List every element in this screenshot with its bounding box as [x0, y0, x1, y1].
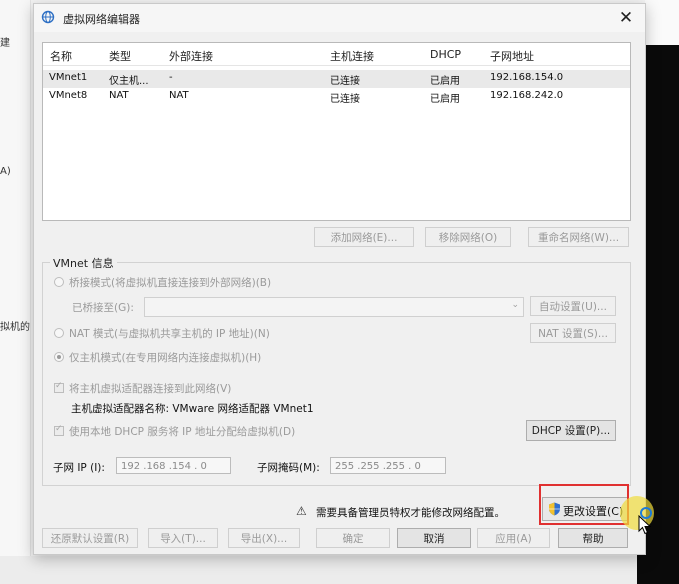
nat-mode-radio[interactable]	[54, 328, 64, 338]
column-header-external[interactable]: 外部连接	[169, 48, 213, 64]
background-window-right	[645, 0, 679, 45]
ok-button[interactable]: 确定	[316, 528, 390, 548]
dhcp-settings-button[interactable]: DHCP 设置(P)...	[526, 420, 616, 441]
import-button[interactable]: 导入(T)...	[148, 528, 218, 548]
cell-external: NAT	[169, 90, 189, 101]
table-row-vmnet8[interactable]: VMnet8 NAT NAT 已连接 已启用 192.168.242.0	[43, 88, 630, 106]
warning-icon: ⚠	[296, 504, 307, 518]
background-window-left: 建 A) 拟机的	[0, 0, 31, 584]
list-header: 名称 类型 外部连接 主机连接 DHCP 子网地址	[43, 43, 630, 66]
restore-defaults-button[interactable]: 还原默认设置(R)	[42, 528, 138, 548]
bridged-to-dropdown[interactable]: ⌄	[144, 297, 524, 317]
network-globe-icon	[41, 10, 55, 24]
chevron-down-icon: ⌄	[511, 300, 519, 310]
nat-mode-label: NAT 模式(与虚拟机共享主机的 IP 地址)(N)	[69, 328, 270, 340]
column-header-subnet[interactable]: 子网地址	[490, 48, 534, 64]
cell-dhcp: 已启用	[430, 76, 460, 87]
auto-settings-button[interactable]: 自动设置(U)...	[530, 296, 616, 316]
cell-host: 已连接	[330, 76, 360, 87]
cell-host: 已连接	[330, 94, 360, 105]
mouse-cursor-icon	[638, 515, 652, 535]
remove-network-button[interactable]: 移除网络(O)	[425, 227, 511, 247]
vmnet-info-title: VMnet 信息	[50, 255, 117, 271]
highlight-box	[539, 484, 629, 525]
host-only-mode-label: 仅主机模式(在专用网络内连接虚拟机)(H)	[69, 352, 262, 364]
connect-adapter-checkbox[interactable]	[54, 381, 64, 393]
cell-dhcp: 已启用	[430, 94, 460, 105]
adapter-name-label: 主机虚拟适配器名称: VMware 网络适配器 VMnet1	[71, 403, 314, 415]
subnet-ip-field[interactable]: 192 .168 .154 . 0	[116, 457, 231, 474]
cell-type: NAT	[109, 90, 129, 101]
host-only-mode-radio[interactable]	[54, 352, 64, 362]
bridge-mode-label: 桥接模式(将虚拟机直接连接到外部网络)(B)	[69, 277, 272, 289]
cell-subnet: 192.168.242.0	[490, 90, 564, 101]
cell-type: 仅主机...	[109, 76, 149, 87]
subnet-mask-label: 子网掩码(M):	[257, 462, 320, 474]
use-dhcp-label: 使用本地 DHCP 服务将 IP 地址分配给虚拟机(D)	[69, 426, 296, 438]
nat-settings-button[interactable]: NAT 设置(S)...	[530, 323, 616, 343]
use-dhcp-checkbox[interactable]	[54, 424, 64, 436]
apply-button[interactable]: 应用(A)	[477, 528, 550, 548]
column-header-type[interactable]: 类型	[109, 48, 131, 64]
virtual-network-editor-dialog: 虚拟网络编辑器 ✕ 名称 类型 外部连接 主机连接 DHCP 子网地址 VMne…	[33, 3, 646, 555]
add-network-button[interactable]: 添加网络(E)...	[314, 227, 414, 247]
dialog-title: 虚拟网络编辑器	[63, 13, 140, 26]
network-list[interactable]: 名称 类型 外部连接 主机连接 DHCP 子网地址 VMnet1 仅主机... …	[42, 42, 631, 221]
subnet-ip-label: 子网 IP (I):	[53, 462, 105, 474]
bridged-to-label: 已桥接至(G):	[72, 302, 134, 314]
cell-external: -	[169, 72, 173, 83]
cell-name: VMnet8	[49, 90, 88, 101]
title-bar[interactable]: 虚拟网络编辑器 ✕	[34, 4, 645, 32]
connect-adapter-label: 将主机虚拟适配器连接到此网络(V)	[69, 383, 232, 395]
background-text-fragment: 拟机的	[0, 322, 30, 333]
table-row-vmnet1[interactable]: VMnet1 仅主机... - 已连接 已启用 192.168.154.0	[43, 70, 630, 88]
bridge-mode-radio[interactable]	[54, 277, 64, 287]
close-button[interactable]: ✕	[615, 7, 637, 29]
export-button[interactable]: 导出(X)...	[228, 528, 300, 548]
background-text-fragment: A)	[0, 166, 11, 177]
rename-network-button[interactable]: 重命名网络(W)...	[528, 227, 629, 247]
subnet-mask-field[interactable]: 255 .255 .255 . 0	[330, 457, 446, 474]
cell-subnet: 192.168.154.0	[490, 72, 564, 83]
background-text-fragment: 建	[0, 38, 10, 49]
cancel-button[interactable]: 取消	[397, 528, 471, 548]
help-button[interactable]: 帮助	[558, 528, 628, 548]
column-header-name[interactable]: 名称	[50, 48, 72, 64]
column-header-dhcp[interactable]: DHCP	[430, 48, 461, 61]
admin-warning-text: 需要具备管理员特权才能修改网络配置。	[316, 507, 505, 519]
column-header-host[interactable]: 主机连接	[330, 48, 374, 64]
cell-name: VMnet1	[49, 72, 88, 83]
background-bottom-area	[0, 556, 637, 584]
